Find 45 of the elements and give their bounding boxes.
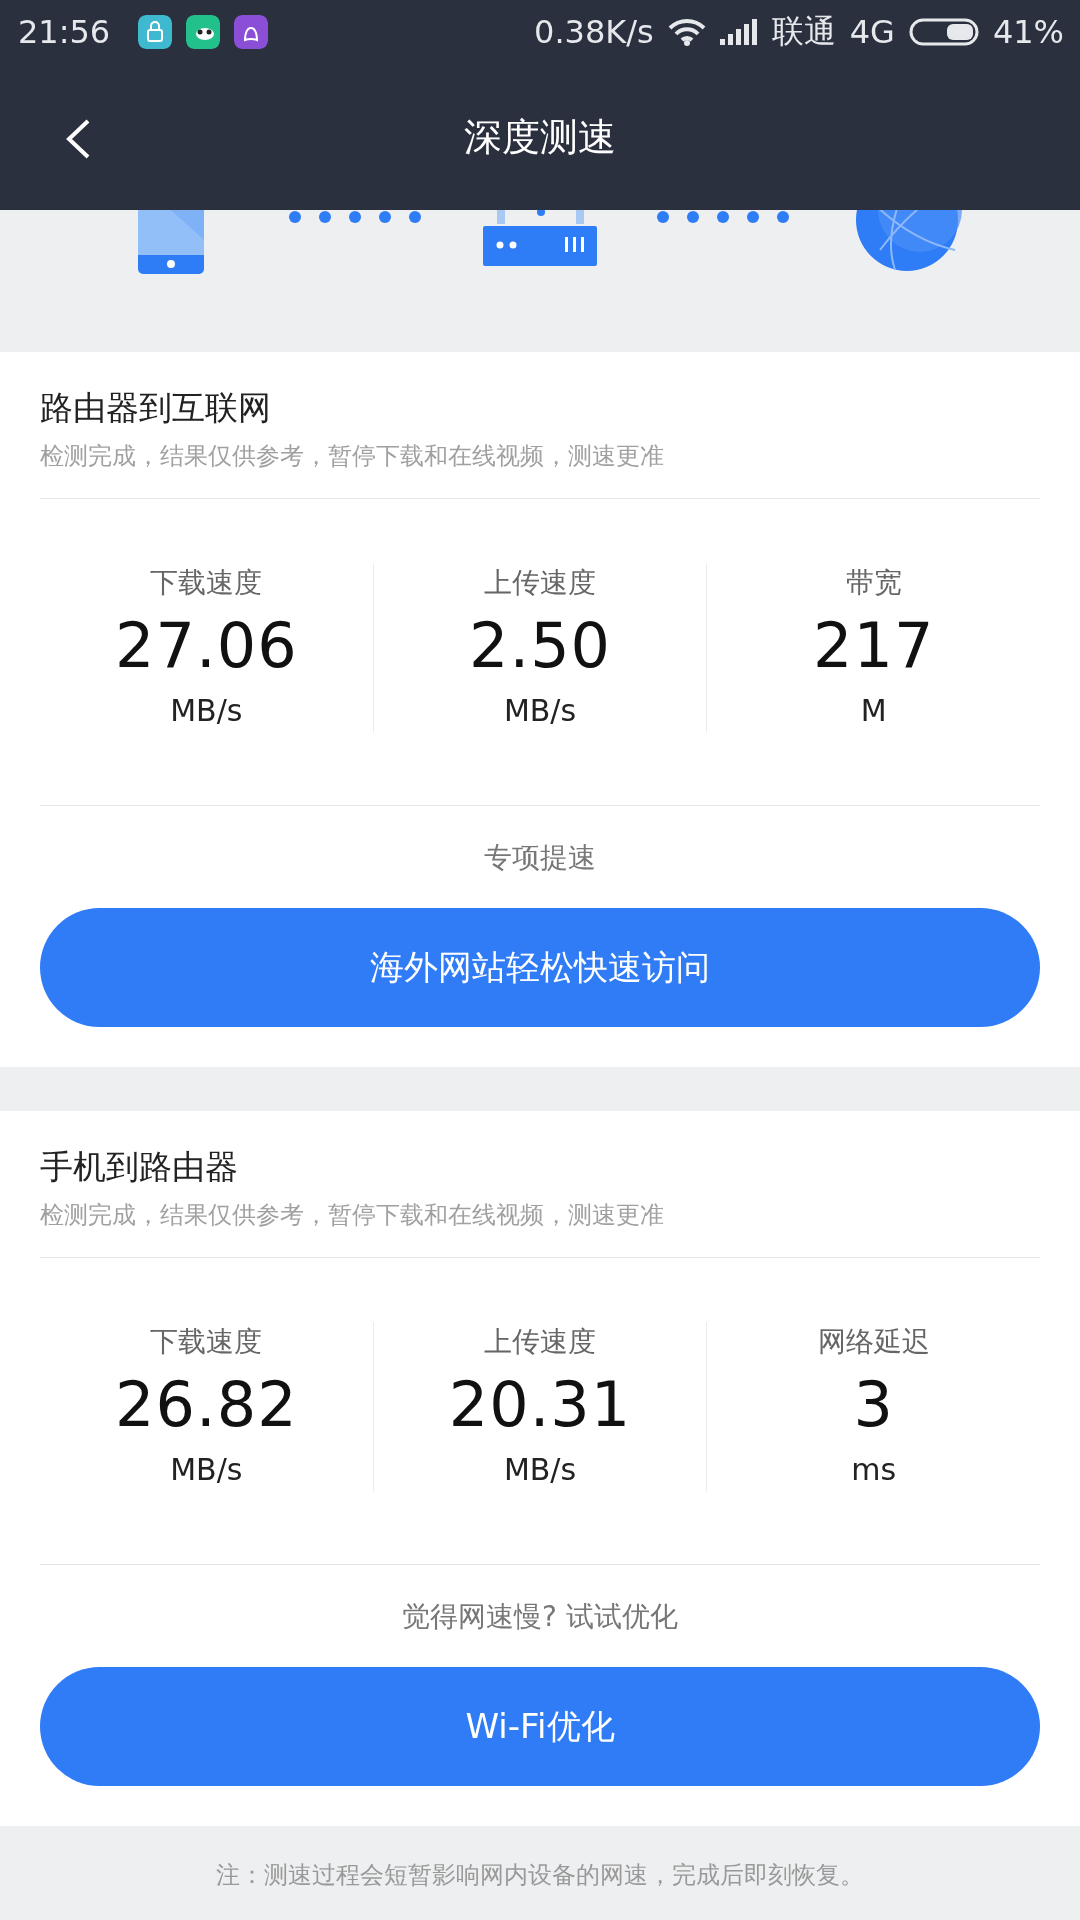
carrier-name: 联通 bbox=[771, 11, 836, 52]
section-note: 检测完成，结果仅供参考，暂停下载和在线视频，测速更准 bbox=[40, 441, 665, 472]
globe-icon bbox=[856, 210, 962, 271]
signal-icon bbox=[719, 19, 758, 45]
metric-value: 26.82 bbox=[115, 1367, 298, 1443]
dotted-line-icon bbox=[657, 211, 789, 223]
app-icon bbox=[138, 15, 173, 49]
metric-label: 下载速度 bbox=[150, 565, 263, 601]
metric-unit: M bbox=[860, 692, 887, 730]
section-title: 手机到路由器 bbox=[40, 1146, 239, 1188]
chevron-icon bbox=[64, 118, 92, 160]
metric-unit: MB/s bbox=[503, 1451, 577, 1489]
action-button[interactable]: 海外网站轻松快速访问 bbox=[40, 908, 1040, 1027]
metric-unit: MB/s bbox=[170, 1451, 243, 1489]
battery-icon bbox=[908, 18, 979, 46]
battery-percent: 41% bbox=[992, 13, 1064, 51]
metric-label: 网络延迟 bbox=[817, 1324, 930, 1360]
section-prompt: 觉得网速慢? 试试优化 bbox=[401, 1599, 679, 1635]
metric-value: 27.06 bbox=[115, 608, 298, 684]
status-time: 21:56 bbox=[18, 13, 111, 51]
section-note: 检测完成，结果仅供参考，暂停下载和在线视频，测速更准 bbox=[40, 1200, 665, 1231]
dotted-line-icon bbox=[289, 211, 421, 223]
section-title: 路由器到互联网 bbox=[40, 387, 272, 429]
network-speed: 0.38K/s bbox=[534, 13, 654, 51]
page-title: 深度测速 bbox=[464, 113, 616, 161]
app-icon bbox=[234, 15, 269, 49]
metric-label: 上传速度 bbox=[484, 1324, 596, 1360]
footer-note: 注：测速过程会短暂影响网内设备的网速，完成后即刻恢复。 bbox=[216, 1860, 864, 1891]
metric-label: 上传速度 bbox=[484, 565, 596, 601]
metric-value: 3 bbox=[853, 1367, 894, 1443]
metric-value: 217 bbox=[813, 608, 935, 684]
network-type: 4G bbox=[849, 13, 895, 51]
wifi-icon bbox=[667, 18, 706, 46]
phone-icon bbox=[138, 210, 204, 274]
metric-value: 2.50 bbox=[469, 608, 612, 684]
metric-unit: MB/s bbox=[170, 692, 243, 730]
app-icon bbox=[186, 15, 221, 49]
action-button[interactable]: Wi-Fi优化 bbox=[40, 1667, 1040, 1786]
router-icon bbox=[483, 210, 597, 266]
metric-unit: ms bbox=[851, 1451, 897, 1489]
metric-unit: MB/s bbox=[503, 692, 577, 730]
section-prompt: 专项提速 bbox=[483, 840, 597, 876]
metric-value: 20.31 bbox=[448, 1367, 632, 1443]
metric-label: 带宽 bbox=[845, 565, 902, 601]
metric-label: 下载速度 bbox=[150, 1324, 263, 1360]
